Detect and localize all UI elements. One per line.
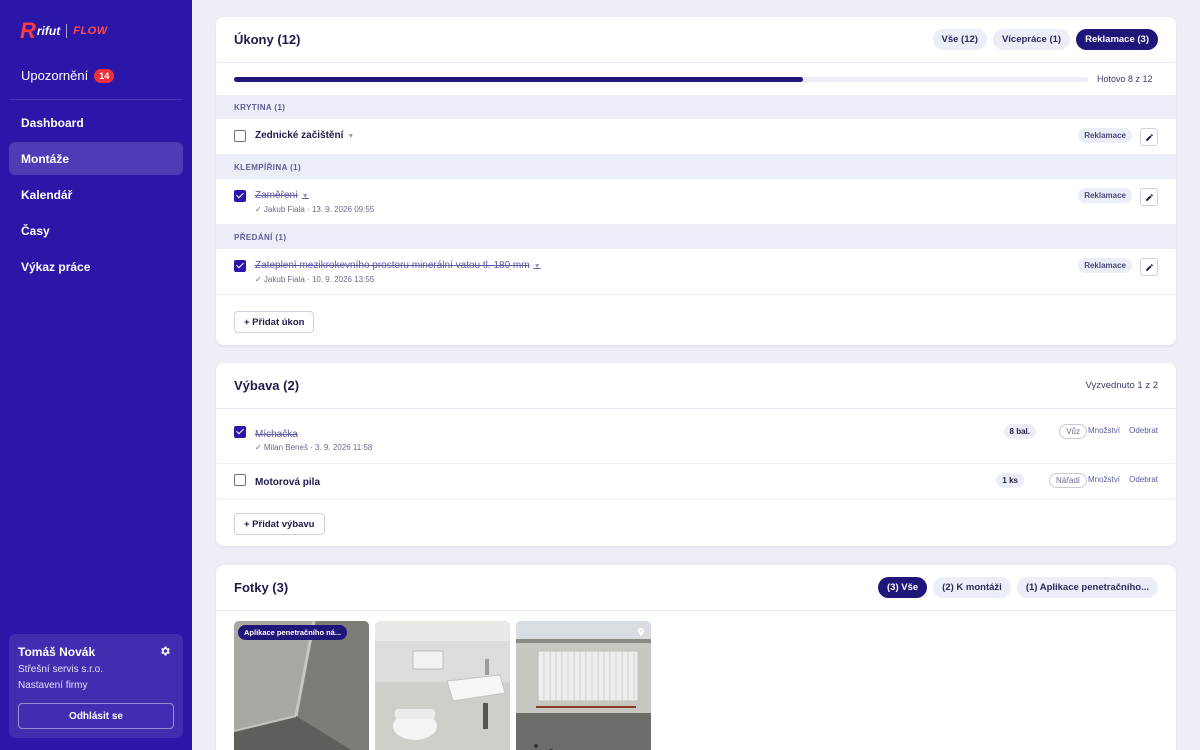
- add-task-button[interactable]: + Přidat úkon: [234, 311, 315, 333]
- filter-extra-work[interactable]: Vícepráce (1): [992, 29, 1071, 50]
- quantity-badge: 8 bal.: [1003, 424, 1036, 439]
- equipment-header: Výbava (2) Vyzvednuto 1 z 2: [216, 363, 1176, 409]
- logo-divider: [66, 24, 68, 38]
- alerts-label: Upozornění: [21, 68, 89, 83]
- tasks-progress: Hotovo 8 z 12: [216, 63, 1176, 95]
- photo-corner-wall: [234, 621, 369, 750]
- equipment-meta: ✓ Milan Beneš · 3. 9. 2026 11:58: [255, 443, 373, 452]
- task-name[interactable]: Zateplení mezikrokevního prostoru minerá…: [255, 260, 541, 271]
- app-logo[interactable]: R rifut FLOW: [20, 20, 108, 42]
- equipment-card: Výbava (2) Vyzvednuto 1 z 2 Míchačka ✓ M…: [216, 363, 1176, 546]
- task-tag: Reklamace: [1078, 188, 1132, 203]
- filter-all[interactable]: Vše (12): [932, 29, 987, 50]
- quantity-link[interactable]: Množství: [1088, 475, 1120, 484]
- group-header-predani: PŘEDÁNÍ (1): [216, 225, 1176, 249]
- logo-brand: rifut: [36, 24, 61, 38]
- chevron-down-icon[interactable]: ▼: [347, 133, 354, 140]
- photo-filter-to-install[interactable]: (2) K montáži: [933, 577, 1011, 598]
- quantity-link[interactable]: Množství: [1088, 426, 1120, 435]
- task-meta: ✓ Jakub Fiala · 13. 9. 2026 09:55: [255, 205, 375, 214]
- equipment-name: Míchačka: [255, 429, 298, 440]
- photo-radiator: [516, 621, 651, 750]
- sidebar-divider: [9, 99, 183, 100]
- sidebar-item-alerts[interactable]: Upozornění 14: [21, 68, 115, 83]
- edit-button[interactable]: [1140, 128, 1158, 146]
- photo-caption: Aplikace penetračního ná...: [238, 625, 348, 640]
- sidebar-item-vykaz-prace[interactable]: Výkaz práce: [9, 250, 183, 283]
- sidebar-item-montaze[interactable]: Montáže: [9, 142, 183, 175]
- company-settings-link[interactable]: Nastavení firmy: [18, 680, 174, 691]
- tasks-header: Úkony (12) Vše (12) Vícepráce (1) Reklam…: [216, 17, 1176, 63]
- add-equipment-button[interactable]: + Přidat výbavu: [234, 513, 325, 535]
- sidebar-item-casy[interactable]: Časy: [9, 214, 183, 247]
- equipment-status: Vyzvednuto 1 z 2: [1085, 380, 1158, 391]
- sidebar: R rifut FLOW Upozornění 14 Dashboard Mon…: [0, 0, 192, 750]
- logo-mark: R: [20, 18, 36, 43]
- task-checkbox[interactable]: [234, 260, 246, 272]
- task-row: Zednické začištění ▼ Reklamace: [216, 119, 1176, 155]
- user-company: Střešní servis s.r.o.: [18, 664, 104, 675]
- pencil-icon: [1145, 193, 1153, 201]
- edit-button[interactable]: [1140, 258, 1158, 276]
- task-checkbox[interactable]: [234, 190, 246, 202]
- photo-thumbnail[interactable]: [516, 621, 651, 750]
- tasks-title: Úkony (12): [234, 32, 301, 47]
- equipment-checkbox[interactable]: [234, 474, 246, 486]
- chevron-down-icon[interactable]: ▼: [302, 193, 309, 200]
- sidebar-nav: Dashboard Montáže Kalendář Časy Výkaz pr…: [9, 106, 183, 286]
- photo-thumbnail[interactable]: [375, 621, 510, 750]
- photo-filter-penetration[interactable]: (1) Aplikace penetračního...: [1016, 577, 1158, 598]
- equipment-row: Míchačka ✓ Milan Beneš · 3. 9. 2026 11:5…: [216, 409, 1176, 464]
- photo-thumbnail[interactable]: Aplikace penetračního ná...: [234, 621, 369, 750]
- alerts-count-badge: 14: [94, 68, 115, 83]
- logo-product: FLOW: [73, 25, 108, 37]
- photos-filter-pills: (3) Vše (2) K montáži (1) Aplikace penet…: [878, 577, 1158, 598]
- progress-fill: [234, 76, 804, 82]
- chevron-down-icon[interactable]: ▼: [534, 263, 541, 270]
- photos-header: Fotky (3) (3) Vše (2) K montáži (1) Apli…: [216, 565, 1176, 611]
- progress-bar: [234, 76, 1088, 82]
- user-card: Tomáš Novák Střešní servis s.r.o. Nastav…: [9, 634, 183, 738]
- location-pin-icon: [636, 625, 646, 643]
- photo-bathroom: [375, 621, 510, 750]
- tasks-filter-pills: Vše (12) Vícepráce (1) Reklamace (3): [932, 29, 1158, 50]
- task-meta: ✓ Jakub Fiala · 10. 9. 2026 13:55: [255, 275, 375, 284]
- photos-card: Fotky (3) (3) Vše (2) K montáži (1) Apli…: [216, 565, 1176, 750]
- location-badge[interactable]: Vůz: [1059, 424, 1087, 439]
- task-checkbox[interactable]: [234, 130, 246, 142]
- equipment-checkbox[interactable]: [234, 426, 246, 438]
- remove-link[interactable]: Odebrat: [1129, 426, 1158, 435]
- progress-label: Hotovo 8 z 12: [1097, 74, 1153, 84]
- pencil-icon: [1145, 263, 1153, 271]
- logout-button[interactable]: Odhlásit se: [18, 703, 174, 729]
- sidebar-item-dashboard[interactable]: Dashboard: [9, 106, 183, 139]
- remove-link[interactable]: Odebrat: [1129, 475, 1158, 484]
- task-name[interactable]: Zednické začištění ▼: [255, 130, 354, 141]
- task-tag: Reklamace: [1078, 128, 1132, 143]
- sidebar-item-kalendar[interactable]: Kalendář: [9, 178, 183, 211]
- equipment-row: Motorová pila 1 ks Nářadí Množství Odebr…: [216, 464, 1176, 500]
- task-tag: Reklamace: [1078, 258, 1132, 273]
- task-row: Zaměření ▼ ✓ Jakub Fiala · 13. 9. 2026 09…: [216, 179, 1176, 225]
- group-header-klempirina: KLEMPÍŘINA (1): [216, 155, 1176, 179]
- tasks-card: Úkony (12) Vše (12) Vícepráce (1) Reklam…: [216, 17, 1176, 345]
- group-header-krytina: KRYTINA (1): [216, 95, 1176, 119]
- user-name: Tomáš Novák: [18, 645, 96, 659]
- filter-complaints[interactable]: Reklamace (3): [1076, 29, 1158, 50]
- photo-filter-all[interactable]: (3) Vše: [878, 577, 928, 598]
- edit-button[interactable]: [1140, 188, 1158, 206]
- task-row: Zateplení mezikrokevního prostoru minerá…: [216, 249, 1176, 295]
- location-badge[interactable]: Nářadí: [1048, 473, 1087, 488]
- photos-title: Fotky (3): [234, 580, 289, 595]
- task-name[interactable]: Zaměření ▼: [255, 190, 309, 201]
- gear-icon[interactable]: [159, 645, 171, 660]
- equipment-name: Motorová pila: [255, 477, 321, 488]
- equipment-title: Výbava (2): [234, 378, 300, 393]
- pencil-icon: [1145, 133, 1153, 141]
- quantity-badge: 1 ks: [996, 473, 1024, 488]
